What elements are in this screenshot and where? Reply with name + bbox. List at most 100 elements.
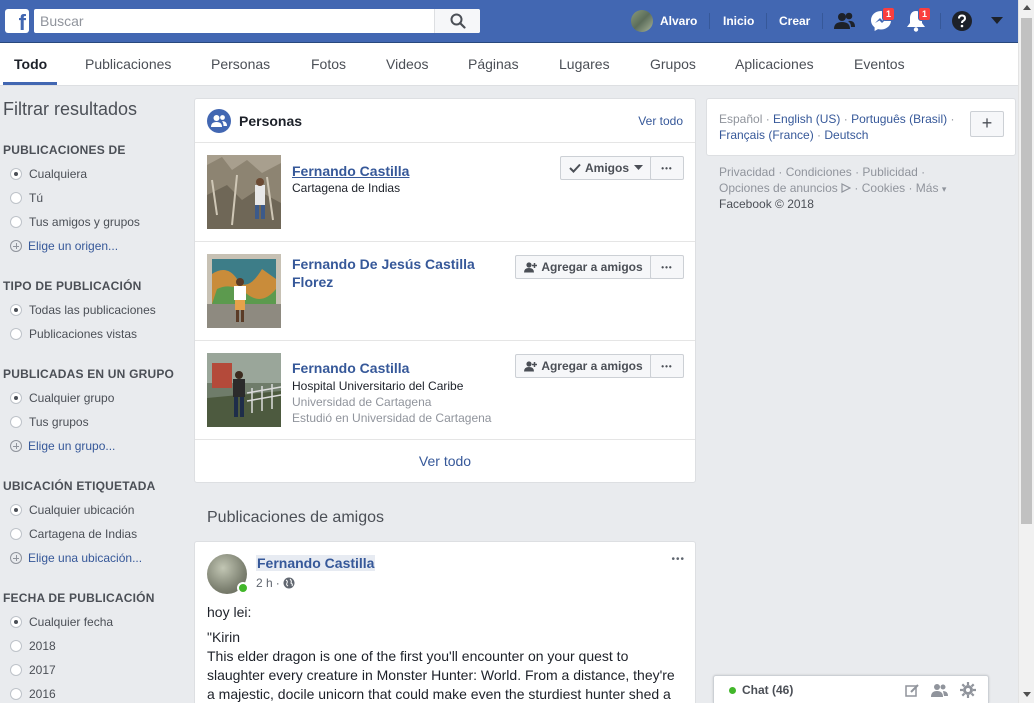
post-options-icon[interactable]: ••• <box>671 554 685 565</box>
see-all-people-bottom-link[interactable]: Ver todo <box>195 453 695 469</box>
filter-option[interactable]: Cualquiera <box>10 167 87 181</box>
add-friend-button[interactable]: Agregar a amigos <box>515 255 652 279</box>
tab-paginas[interactable]: Páginas <box>468 56 519 72</box>
radio[interactable] <box>10 664 22 676</box>
radio[interactable] <box>10 528 22 540</box>
add-friend-button[interactable]: Agregar a amigos <box>515 354 652 378</box>
language-link[interactable]: Deutsch <box>824 128 868 142</box>
profile-link[interactable]: Alvaro <box>631 10 697 32</box>
home-link[interactable]: Inicio <box>723 14 754 28</box>
tab-lugares[interactable]: Lugares <box>559 56 610 72</box>
radio[interactable] <box>10 328 22 340</box>
language-link[interactable]: Português (Brasil) <box>851 112 947 126</box>
tab-eventos[interactable]: Eventos <box>854 56 905 72</box>
see-all-people-link[interactable]: Ver todo <box>638 114 683 128</box>
create-link[interactable]: Crear <box>779 14 810 28</box>
scroll-down-arrow-icon[interactable] <box>1023 692 1031 697</box>
tab-publicaciones[interactable]: Publicaciones <box>85 56 171 72</box>
profile-name: Alvaro <box>660 14 698 28</box>
language-line: Español · English (US) · Português (Bras… <box>719 112 955 126</box>
check-icon <box>569 163 581 173</box>
filter-option[interactable]: Tus grupos <box>10 415 89 429</box>
profile-photo[interactable] <box>207 155 281 229</box>
top-navigation-bar: f Alvaro Inicio Crear 1 1 <box>0 0 1018 43</box>
help-icon[interactable] <box>951 10 973 32</box>
filter-option[interactable]: 2017 <box>10 663 56 677</box>
filter-option[interactable]: Cualquier grupo <box>10 391 114 405</box>
footer-link[interactable]: Opciones de anuncios <box>719 181 838 195</box>
tab-fotos[interactable]: Fotos <box>311 56 346 72</box>
filter-option-label: Cualquier fecha <box>29 615 114 629</box>
person-name-link[interactable]: Fernando De Jesús Castilla Florez <box>292 255 492 291</box>
footer-link[interactable]: Más <box>916 181 939 195</box>
tab-todo[interactable]: Todo <box>14 56 47 72</box>
choose-group-link[interactable]: Elige un grupo... <box>10 439 115 453</box>
filter-option[interactable]: Cartagena de Indias <box>10 527 137 541</box>
filter-option-label: Tus amigos y grupos <box>29 215 140 229</box>
footer-link[interactable]: Privacidad <box>719 165 775 179</box>
radio-selected[interactable] <box>10 504 22 516</box>
friend-requests-icon[interactable] <box>834 11 856 31</box>
chat-bar[interactable]: Chat (46) <box>713 675 989 703</box>
choose-location-link[interactable]: Elige una ubicación... <box>10 551 142 565</box>
tab-aplicaciones[interactable]: Aplicaciones <box>735 56 814 72</box>
radio[interactable] <box>10 688 22 700</box>
filter-option[interactable]: Todas las publicaciones <box>10 303 156 317</box>
footer-link[interactable]: Condiciones <box>786 165 852 179</box>
radio[interactable] <box>10 216 22 228</box>
search-input[interactable] <box>40 9 430 33</box>
filter-option[interactable]: 2016 <box>10 687 56 701</box>
person-name-link[interactable]: Fernando Castilla <box>292 162 409 180</box>
language-link[interactable]: Français (France) <box>719 128 814 142</box>
globe-icon[interactable] <box>283 577 295 589</box>
facebook-logo-icon[interactable]: f <box>5 9 29 33</box>
footer-link[interactable]: Publicidad <box>862 165 917 179</box>
tab-videos[interactable]: Videos <box>386 56 429 72</box>
nav-divider <box>940 13 941 29</box>
radio[interactable] <box>10 640 22 652</box>
account-menu-chevron-down-icon[interactable] <box>991 17 1003 25</box>
radio-selected[interactable] <box>10 304 22 316</box>
filter-option[interactable]: Tú <box>10 191 43 205</box>
more-options-button[interactable]: ••• <box>650 156 684 180</box>
adchoices-icon[interactable] <box>841 183 852 193</box>
filter-option[interactable]: Tus amigos y grupos <box>10 215 140 229</box>
language-link[interactable]: English (US) <box>773 112 840 126</box>
filter-option[interactable]: Cualquier ubicación <box>10 503 134 517</box>
scroll-up-arrow-icon[interactable] <box>1023 5 1031 10</box>
choose-source-link[interactable]: Elige un origen... <box>10 239 118 253</box>
more-options-button[interactable]: ••• <box>650 255 684 279</box>
person-name-link[interactable]: Fernando Castilla <box>292 359 409 377</box>
new-message-icon[interactable] <box>905 683 920 698</box>
more-languages-button[interactable]: + <box>970 111 1004 137</box>
post-timestamp[interactable]: 2 h <box>256 576 273 590</box>
profile-photo[interactable] <box>207 254 281 328</box>
chat-settings-gear-icon[interactable] <box>960 682 976 698</box>
radio-selected[interactable] <box>10 616 22 628</box>
search-button[interactable] <box>434 9 480 33</box>
post-author-link[interactable]: Fernando Castilla <box>256 555 376 571</box>
create-group-icon[interactable] <box>931 683 948 698</box>
search-box <box>34 9 480 33</box>
radio[interactable] <box>10 192 22 204</box>
filter-option[interactable]: Cualquier fecha <box>10 615 113 629</box>
scrollbar-thumb[interactable] <box>1021 18 1032 524</box>
messenger-badge: 1 <box>882 7 896 21</box>
person-detail: Estudió en Universidad de Cartagena <box>292 411 492 425</box>
more-icon: ••• <box>661 262 673 272</box>
filter-option[interactable]: 2018 <box>10 639 56 653</box>
page-scrollbar[interactable] <box>1018 0 1034 703</box>
radio-selected[interactable] <box>10 168 22 180</box>
tab-personas[interactable]: Personas <box>211 56 270 72</box>
footer-link[interactable]: Cookies <box>862 181 905 195</box>
nav-divider <box>709 13 710 29</box>
profile-photo[interactable] <box>207 353 281 427</box>
tab-grupos[interactable]: Grupos <box>650 56 696 72</box>
more-options-button[interactable]: ••• <box>650 354 684 378</box>
filter-heading: UBICACIÓN ETIQUETADA <box>3 479 156 493</box>
friends-button[interactable]: Amigos <box>560 156 652 180</box>
radio[interactable] <box>10 416 22 428</box>
radio-selected[interactable] <box>10 392 22 404</box>
filter-option[interactable]: Publicaciones vistas <box>10 327 137 341</box>
more-chevron-icon[interactable]: ▾ <box>942 184 947 194</box>
